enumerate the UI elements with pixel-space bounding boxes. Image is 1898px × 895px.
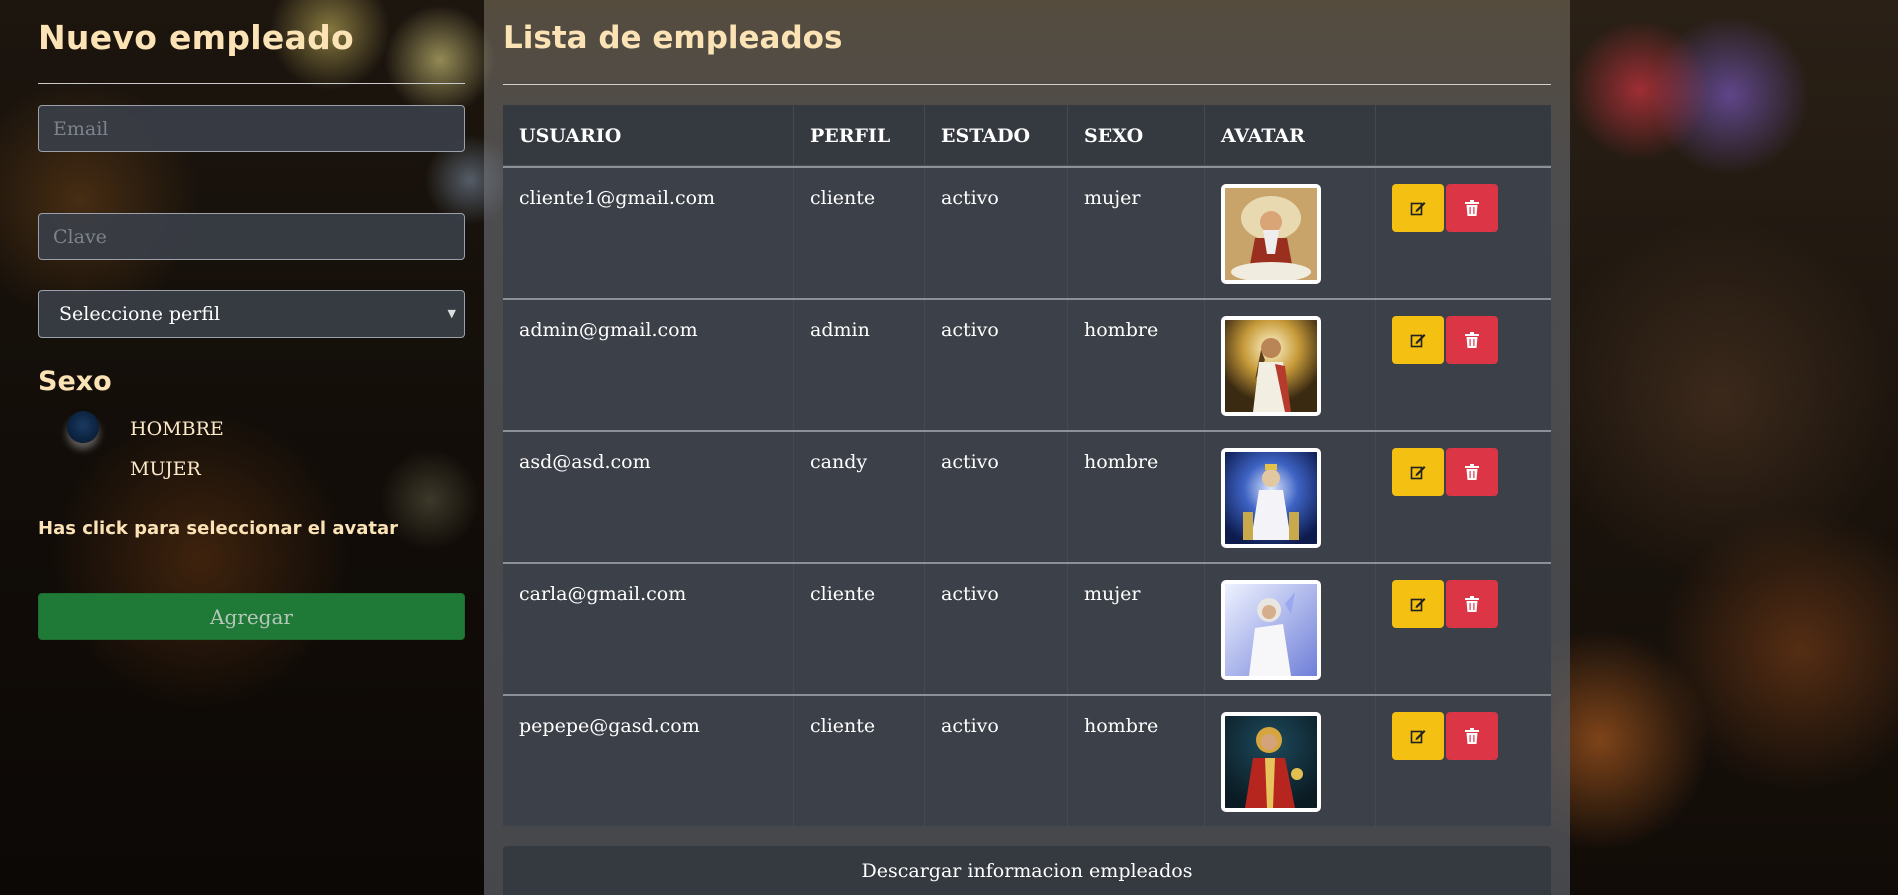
delete-button[interactable]: [1446, 580, 1498, 628]
chevron-down-icon: ▼: [447, 307, 456, 320]
cell-perfil: admin: [794, 300, 925, 430]
trash-icon: [1465, 464, 1479, 480]
password-field[interactable]: Clave: [38, 213, 465, 260]
cell-actions: [1376, 564, 1551, 694]
cell-actions: [1376, 168, 1551, 298]
sexo-radio[interactable]: [67, 411, 99, 443]
cell-usuario: cliente1@gmail.com: [503, 168, 794, 298]
edit-button[interactable]: [1392, 184, 1444, 232]
cell-usuario: carla@gmail.com: [503, 564, 794, 694]
new-employee-form: Nuevo empleado Email Clave Seleccione pe…: [0, 0, 484, 895]
edit-button[interactable]: [1392, 712, 1444, 760]
cell-estado: activo: [925, 432, 1068, 562]
table-row: carla@gmail.com cliente activo mujer: [503, 562, 1551, 694]
cell-estado: activo: [925, 696, 1068, 826]
employee-table: USUARIO PERFIL ESTADO SEXO AVATAR client…: [503, 105, 1551, 826]
cell-perfil: cliente: [794, 696, 925, 826]
cell-sexo: hombre: [1068, 432, 1205, 562]
form-title: Nuevo empleado: [38, 18, 355, 57]
password-placeholder: Clave: [53, 225, 107, 248]
cell-estado: activo: [925, 564, 1068, 694]
list-title: Lista de empleados: [503, 20, 843, 56]
edit-icon: [1410, 598, 1426, 612]
download-employees-button[interactable]: Descargar informacion empleados: [503, 846, 1551, 895]
delete-button[interactable]: [1446, 712, 1498, 760]
cell-actions: [1376, 432, 1551, 562]
edit-icon: [1410, 334, 1426, 348]
avatar: [1221, 712, 1321, 812]
employee-list-panel: Lista de empleados USUARIO PERFIL ESTADO…: [484, 0, 1570, 895]
trash-icon: [1465, 596, 1479, 612]
cell-sexo: mujer: [1068, 564, 1205, 694]
table-row: cliente1@gmail.com cliente activo mujer: [503, 166, 1551, 298]
cell-perfil: cliente: [794, 168, 925, 298]
column-header-sexo: SEXO: [1068, 105, 1205, 166]
email-placeholder: Email: [53, 117, 109, 140]
edit-button[interactable]: [1392, 448, 1444, 496]
cell-actions: [1376, 300, 1551, 430]
cell-avatar: [1205, 696, 1376, 826]
perfil-select[interactable]: Seleccione perfil ▼: [38, 290, 465, 338]
cell-usuario: admin@gmail.com: [503, 300, 794, 430]
cell-sexo: mujer: [1068, 168, 1205, 298]
table-header: USUARIO PERFIL ESTADO SEXO AVATAR: [503, 105, 1551, 166]
add-button[interactable]: Agregar: [38, 593, 465, 640]
trash-icon: [1465, 332, 1479, 348]
trash-icon: [1465, 728, 1479, 744]
edit-icon: [1410, 466, 1426, 480]
avatar: [1221, 316, 1321, 416]
avatar-picker-hint[interactable]: Has click para seleccionar el avatar: [38, 518, 398, 539]
avatar: [1221, 580, 1321, 680]
column-header-estado: ESTADO: [925, 105, 1068, 166]
cell-estado: activo: [925, 300, 1068, 430]
table-row: pepepe@gasd.com cliente activo hombre: [503, 694, 1551, 826]
radio-label-mujer[interactable]: MUJER: [130, 458, 201, 480]
trash-icon: [1465, 200, 1479, 216]
divider: [38, 83, 465, 84]
cell-sexo: hombre: [1068, 696, 1205, 826]
cell-avatar: [1205, 300, 1376, 430]
divider: [503, 84, 1551, 85]
edit-button[interactable]: [1392, 580, 1444, 628]
email-field[interactable]: Email: [38, 105, 465, 152]
radio-label-hombre[interactable]: HOMBRE: [130, 418, 224, 440]
delete-button[interactable]: [1446, 316, 1498, 364]
cell-avatar: [1205, 564, 1376, 694]
edit-icon: [1410, 202, 1426, 216]
cell-sexo: hombre: [1068, 300, 1205, 430]
perfil-select-value: Seleccione perfil: [59, 303, 221, 325]
table-row: asd@asd.com candy activo hombre: [503, 430, 1551, 562]
cell-perfil: cliente: [794, 564, 925, 694]
cell-avatar: [1205, 168, 1376, 298]
cell-actions: [1376, 696, 1551, 826]
edit-icon: [1410, 730, 1426, 744]
column-header-perfil: PERFIL: [794, 105, 925, 166]
delete-button[interactable]: [1446, 448, 1498, 496]
cell-usuario: pepepe@gasd.com: [503, 696, 794, 826]
delete-button[interactable]: [1446, 184, 1498, 232]
cell-avatar: [1205, 432, 1376, 562]
table-row: admin@gmail.com admin activo hombre: [503, 298, 1551, 430]
column-header-avatar: AVATAR: [1205, 105, 1376, 166]
cell-estado: activo: [925, 168, 1068, 298]
avatar: [1221, 448, 1321, 548]
sexo-label: Sexo: [38, 366, 112, 397]
column-header-actions: [1376, 105, 1551, 166]
avatar: [1221, 184, 1321, 284]
column-header-usuario: USUARIO: [503, 105, 794, 166]
edit-button[interactable]: [1392, 316, 1444, 364]
cell-perfil: candy: [794, 432, 925, 562]
cell-usuario: asd@asd.com: [503, 432, 794, 562]
